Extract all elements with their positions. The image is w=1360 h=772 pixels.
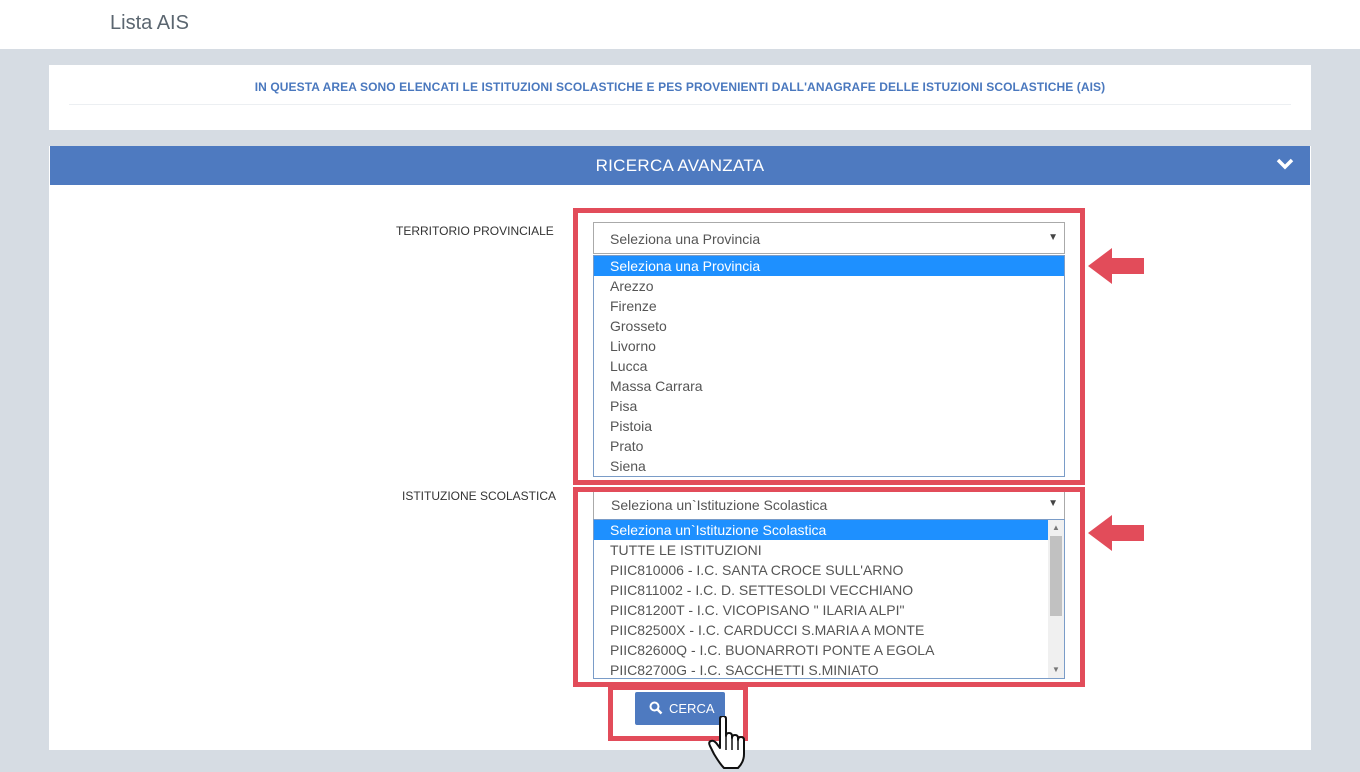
advanced-search-header[interactable]: RICERCA AVANZATA (50, 146, 1310, 185)
info-panel: IN QUESTA AREA SONO ELENCATI LE ISTITUZI… (49, 65, 1311, 130)
arrow-left-icon (1088, 248, 1144, 284)
hand-pointer-icon (708, 716, 745, 769)
advanced-search-title: RICERCA AVANZATA (595, 156, 765, 175)
divider (69, 104, 1291, 105)
page-title: Lista AIS (110, 12, 189, 34)
istituzione-label: ISTITUZIONE SCOLASTICA (402, 489, 557, 503)
chevron-down-icon[interactable] (1276, 157, 1294, 171)
highlight-frame-provincia (573, 208, 1085, 485)
search-icon (649, 701, 663, 715)
search-button-label: CERCA (669, 701, 715, 716)
info-text: IN QUESTA AREA SONO ELENCATI LE ISTITUZI… (254, 80, 1106, 94)
provincia-label: TERRITORIO PROVINCIALE (396, 224, 554, 238)
highlight-frame-istituzione (573, 487, 1085, 687)
top-bar: Lista AIS (0, 0, 1360, 49)
arrow-left-icon (1088, 515, 1144, 551)
